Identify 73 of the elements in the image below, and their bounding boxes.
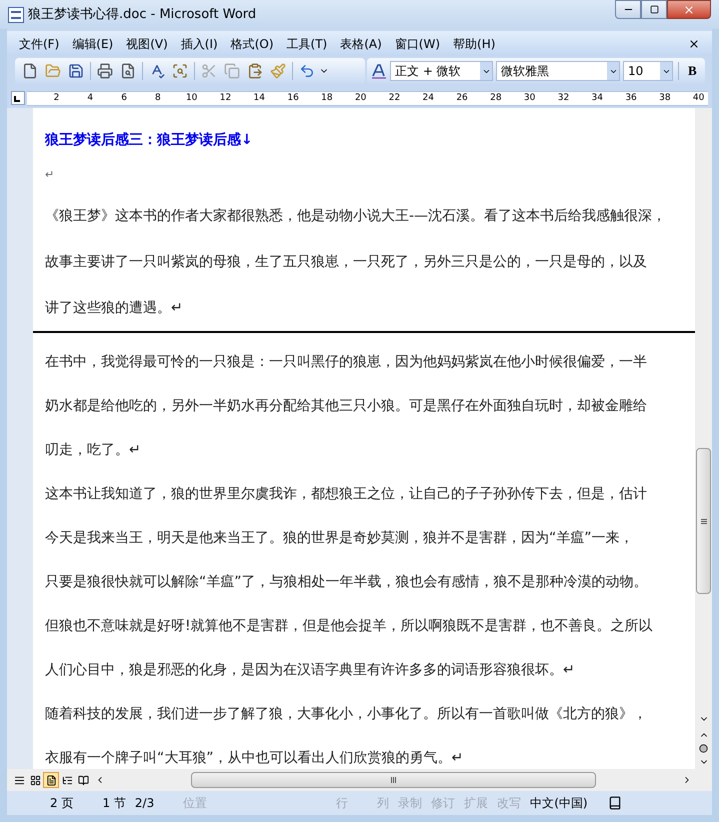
ruler-number: 8 <box>154 94 162 102</box>
window-title: 狼王梦读书心得.doc - Microsoft Word <box>28 6 256 24</box>
ruler-number: 6 <box>120 94 128 102</box>
status-field: 中文(中国) <box>527 794 591 812</box>
menu-item[interactable]: 编辑(E) <box>72 34 114 52</box>
ruler-number: 2 <box>52 94 60 102</box>
status-field: 改写 <box>494 794 524 812</box>
document-text-line: 故事主要讲了一只叫紫岚的母狼，生了五只狼崽，一只死了，另外三只是公的，一只是母的，以及 <box>45 252 647 272</box>
bold-button[interactable]: B <box>684 61 701 81</box>
document-text-line: 随着科技的发展，我们进一步了解了狼，大事化小，小事化了。所以有一首歌叫做《北方的狼》， <box>45 704 647 724</box>
maximize-button[interactable] <box>641 0 667 19</box>
status-field: 扩展 <box>461 794 492 812</box>
scroll-thumb[interactable] <box>696 448 711 594</box>
menu-item[interactable]: 格式(O) <box>230 34 274 52</box>
ruler-number: 28 <box>489 94 503 102</box>
document-heading: 狼王梦读后感三：狼王梦读后感↓ <box>45 131 253 150</box>
document-text-line: 讲了这些狼的遭遇。↵ <box>45 298 183 318</box>
ruler-number: 40 <box>692 94 706 102</box>
ruler-number: 12 <box>218 94 232 102</box>
ruler-number: 26 <box>455 94 469 102</box>
close-icon <box>683 4 695 16</box>
menu-item[interactable]: 视图(V) <box>126 34 168 52</box>
ruler-number: 32 <box>556 94 570 102</box>
font-dropdown[interactable]: 微软雅黑 <box>496 61 620 81</box>
menu-item[interactable]: 表格(A) <box>340 34 382 52</box>
document-text-line: 今天是我来当王，明天是他来当王了。狼的世界是奇妙莫测，狼并不是害群，因为“羊瘟”一来， <box>45 528 634 548</box>
close-button[interactable] <box>667 0 711 19</box>
browse-object-icon[interactable] <box>699 744 708 753</box>
spelling-status-icon <box>608 796 622 810</box>
ruler-number: 22 <box>388 94 402 102</box>
document-text-line: 《狼王梦》这本书的作者大家都很熟悉，他是动物小说大王-—沈石溪。看了这本书后给我感触很深， <box>45 206 666 226</box>
tab-selector[interactable] <box>11 91 25 105</box>
horizontal-scroll-thumb[interactable] <box>191 772 596 788</box>
document-text-line: 奶水都是给他吃的，另外一半奶水再分配给其他三只小狼。可是黑仔在外面独自玩时，却被金雕给 <box>45 396 647 416</box>
ruler-number: 14 <box>252 94 266 102</box>
font-size-dropdown[interactable]: 10 <box>623 61 673 81</box>
status-field: 2 页 <box>47 794 76 812</box>
status-field: 修订 <box>428 794 458 812</box>
ruler-number: 38 <box>658 94 672 102</box>
ruler-number: 10 <box>184 94 198 102</box>
status-field: 列 <box>374 794 392 812</box>
word-document-icon <box>8 6 24 22</box>
document-text-line: 这本书让我知道了，狼的世界里尔虞我诈，都想狼王之位，让自己的子子孙孙传下去，但是，估计 <box>45 484 647 504</box>
ruler-number: 30 <box>522 94 536 102</box>
status-field: 1 节 <box>99 794 129 812</box>
document-text-line: 只要是狼很快就可以解除“羊瘟”了，与狼相处一年半载，狼也会有感情，狼不是那种冷漠的动物。 <box>45 572 648 592</box>
menu-item[interactable]: 工具(T) <box>286 34 328 52</box>
status-field: 行 <box>333 794 352 812</box>
ruler-number: 24 <box>422 94 435 102</box>
paragraph-mark: ↵ <box>45 167 54 184</box>
menu-item[interactable]: 文件(F) <box>19 34 60 52</box>
ruler-number: 16 <box>286 94 300 102</box>
status-field: 位置 <box>180 794 330 812</box>
ruler-number: 4 <box>86 94 94 102</box>
status-field: 录制 <box>395 794 426 812</box>
document-text-line: 叨走，吃了。↵ <box>45 440 141 460</box>
ruler-number: 20 <box>354 94 368 102</box>
status-field: 2/3 <box>132 794 158 812</box>
ruler-number: 18 <box>320 94 334 102</box>
document-text-line: 但狼也不意味就是好呀!就算他不是害群，但是他会捉羊，所以啊狼既不是害群，也不善良。之所以 <box>45 616 653 636</box>
document-text-line: 衣服有一个牌子叫“大耳狼”，从中也可以看出人们欣赏狼的勇气。↵ <box>45 748 464 768</box>
maximize-icon <box>650 5 658 14</box>
ruler-number: 34 <box>590 94 604 102</box>
close-document-icon[interactable] <box>688 38 700 50</box>
document-text-line: 人们心目中，狼是邪恶的化身，是因为在汉语字典里有许许多多的词语形容狼很坏。↵ <box>45 660 575 680</box>
ruler-number: 36 <box>624 94 638 102</box>
menu-item[interactable]: 插入(I) <box>180 34 218 52</box>
document-text-line: 在书中，我觉得最可怜的一只狼是：一只叫黑仔的狼崽，因为他妈妈紫岚在他小时候很偏爱，一半 <box>45 352 647 372</box>
styles-icon[interactable] <box>371 63 387 79</box>
print-view-icon[interactable] <box>43 772 59 788</box>
style-dropdown[interactable]: 正文 + 微软 <box>390 61 493 81</box>
menu-item[interactable]: 窗口(W) <box>394 34 440 52</box>
menu-item[interactable]: 帮助(H) <box>453 34 496 52</box>
